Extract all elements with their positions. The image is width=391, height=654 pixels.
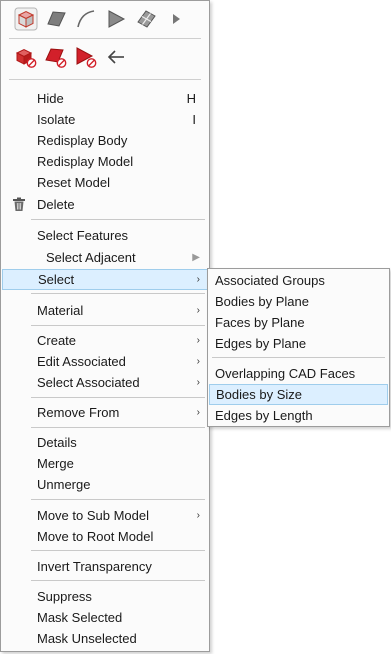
submenu-arrow-icon: › [196, 305, 200, 316]
submenu-item-faces-by-plane[interactable]: Faces by Plane [209, 312, 388, 333]
menu-item-select-adjacent[interactable]: Select Adjacent ▶ [2, 247, 208, 268]
menu-item-select[interactable]: Select › [2, 269, 208, 290]
submenu-item-overlapping-cad-faces[interactable]: Overlapping CAD Faces [209, 363, 388, 384]
menu-separator [31, 325, 205, 326]
select-submenu: Associated Groups Bodies by Plane Faces … [207, 268, 390, 427]
delete-flag-icon[interactable] [73, 44, 99, 70]
curve-edge-icon[interactable] [73, 6, 99, 32]
menu-item-move-to-root-model[interactable]: Move to Root Model [2, 526, 208, 547]
toolbar-divider [9, 38, 201, 39]
menu-separator [31, 580, 205, 581]
menu-item-remove-from[interactable]: Remove From › [2, 402, 208, 423]
surface-face-icon[interactable] [43, 6, 69, 32]
back-arrow-icon[interactable] [103, 44, 129, 70]
menu-item-label: Reset Model [37, 175, 110, 190]
submenu-item-associated-groups[interactable]: Associated Groups [209, 270, 388, 291]
menu-item-mask-selected[interactable]: Mask Selected [2, 607, 208, 628]
menu-item-select-features[interactable]: Select Features [2, 225, 208, 246]
surface-grid-icon[interactable] [133, 6, 159, 32]
submenu-arrow-icon: › [196, 510, 200, 521]
shortcut-key: I [192, 112, 196, 127]
menu-item-redisplay-model[interactable]: Redisplay Model [2, 151, 208, 172]
menu-separator [31, 499, 205, 500]
menu-item-material[interactable]: Material › [2, 300, 208, 321]
menu-item-label: Mask Selected [37, 610, 123, 625]
menu-item-label: Edit Associated [37, 354, 126, 369]
menu-item-label: Select Features [37, 228, 129, 243]
menu-item-create[interactable]: Create › [2, 330, 208, 351]
menu-separator [31, 550, 205, 551]
menu-item-label: Select [38, 272, 75, 287]
submenu-arrow-icon: › [196, 335, 200, 346]
menu-item-invert-transparency[interactable]: Invert Transparency [2, 556, 208, 577]
menu-item-label: Details [37, 435, 77, 450]
menu-item-label: Edges by Length [215, 408, 313, 423]
menu-item-label: Isolate [37, 112, 76, 127]
menu-separator [31, 293, 205, 294]
menu-item-label: Redisplay Model [37, 154, 134, 169]
menu-item-label: Associated Groups [215, 273, 325, 288]
menu-item-label: Select Adjacent [46, 250, 136, 265]
selection-filter-toolbar [13, 4, 189, 34]
menu-item-label: Hide [37, 91, 64, 106]
toolbar-divider [9, 79, 201, 80]
triangle-right-icon[interactable] [163, 6, 189, 32]
menu-item-move-to-sub-model[interactable]: Move to Sub Model › [2, 505, 208, 526]
menu-item-label: Delete [37, 197, 75, 212]
menu-item-select-associated[interactable]: Select Associated › [2, 372, 208, 393]
menu-separator [31, 427, 205, 428]
menu-item-hide[interactable]: Hide H [2, 88, 208, 109]
menu-item-label: Material [37, 303, 84, 318]
submenu-item-bodies-by-size[interactable]: Bodies by Size [209, 384, 388, 405]
menu-separator [31, 397, 205, 398]
menu-separator [31, 219, 205, 220]
submenu-item-bodies-by-plane[interactable]: Bodies by Plane [209, 291, 388, 312]
submenu-arrow-icon: › [196, 407, 200, 418]
menu-item-label: Create [37, 333, 77, 348]
menu-item-label: Suppress [37, 589, 92, 604]
context-menu: Hide H Isolate I Redisplay Body Redispla… [0, 0, 210, 652]
menu-item-unmerge[interactable]: Unmerge [2, 474, 208, 495]
menu-item-label: Move to Root Model [37, 529, 154, 544]
submenu-item-edges-by-plane[interactable]: Edges by Plane [209, 333, 388, 354]
menu-item-mask-unselected[interactable]: Mask Unselected [2, 628, 208, 649]
delete-solid-icon[interactable] [13, 44, 39, 70]
solid-cube-icon[interactable] [13, 6, 39, 32]
menu-item-label: Faces by Plane [215, 315, 305, 330]
menu-item-label: Merge [37, 456, 74, 471]
submenu-arrow-icon: › [196, 356, 200, 367]
delete-toolbar [13, 42, 129, 72]
menu-item-label: Bodies by Plane [215, 294, 309, 309]
menu-item-label: Select Associated [37, 375, 140, 390]
trash-icon [13, 197, 25, 211]
menu-separator [212, 357, 385, 358]
menu-item-label: Remove From [37, 405, 120, 420]
menu-item-label: Unmerge [37, 477, 91, 492]
menu-item-details[interactable]: Details [2, 432, 208, 453]
menu-item-reset-model[interactable]: Reset Model [2, 172, 208, 193]
menu-item-merge[interactable]: Merge [2, 453, 208, 474]
menu-item-label: Mask Unselected [37, 631, 137, 646]
menu-item-label: Redisplay Body [37, 133, 128, 148]
menu-item-label: Move to Sub Model [37, 508, 150, 523]
menu-item-label: Bodies by Size [216, 387, 302, 402]
delete-surface-icon[interactable] [43, 44, 69, 70]
menu-item-edit-associated[interactable]: Edit Associated › [2, 351, 208, 372]
submenu-arrow-icon: › [196, 377, 200, 388]
menu-item-label: Edges by Plane [215, 336, 307, 351]
shortcut-key: H [186, 91, 196, 106]
submenu-arrow-icon: › [196, 274, 200, 285]
menu-item-delete[interactable]: Delete [2, 194, 208, 215]
menu-item-label: Overlapping CAD Faces [215, 366, 356, 381]
flag-point-icon[interactable] [103, 6, 129, 32]
menu-item-redisplay-body[interactable]: Redisplay Body [2, 130, 208, 151]
menu-item-isolate[interactable]: Isolate I [2, 109, 208, 130]
menu-item-suppress[interactable]: Suppress [2, 586, 208, 607]
submenu-item-edges-by-length[interactable]: Edges by Length [209, 405, 388, 426]
menu-item-label: Invert Transparency [37, 559, 152, 574]
submenu-arrow-icon: ▶ [192, 252, 200, 263]
